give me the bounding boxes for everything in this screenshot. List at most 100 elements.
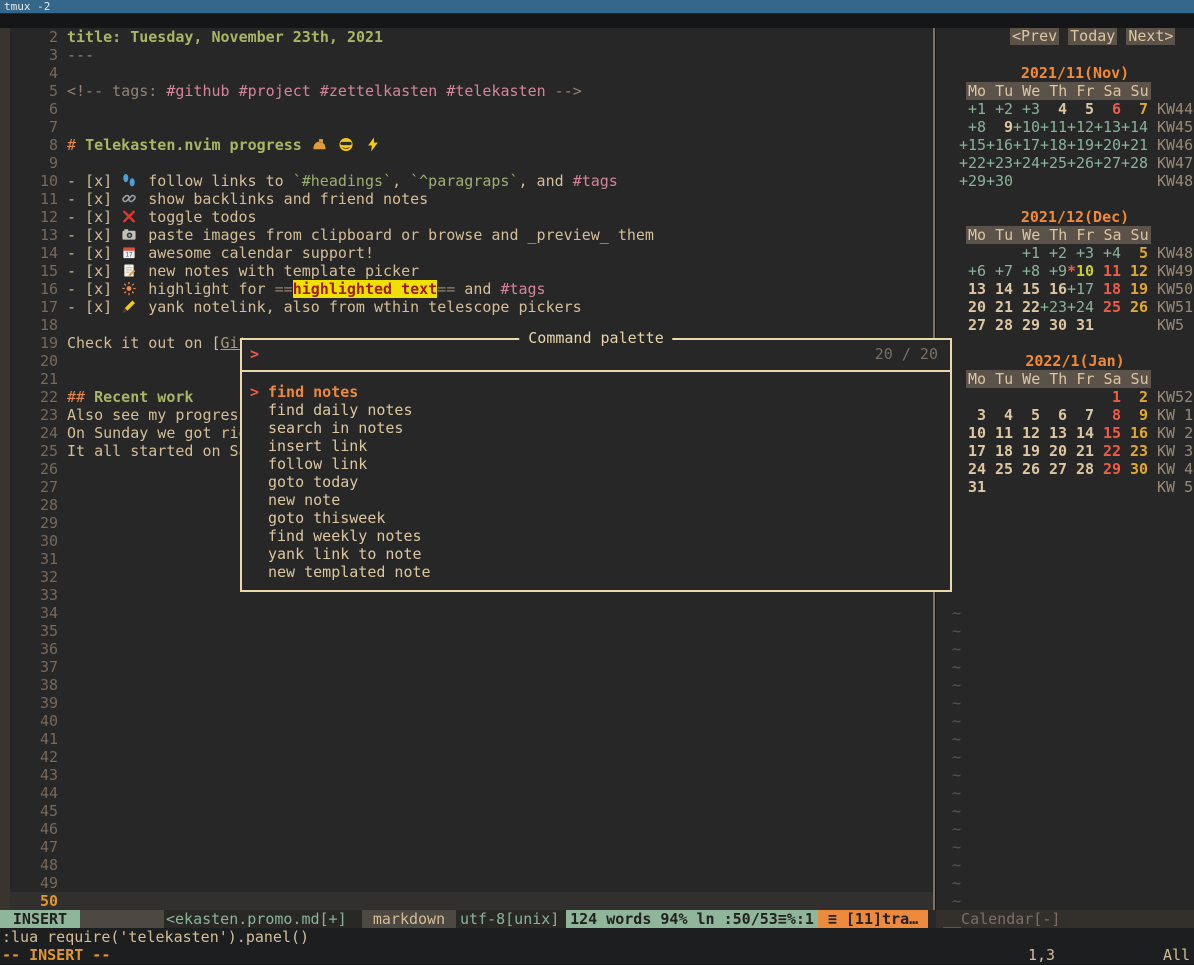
calendar-day[interactable]: +3 xyxy=(1013,100,1040,118)
editor-line[interactable]: 36 xyxy=(10,640,933,658)
calendar-day[interactable]: +24 xyxy=(1013,154,1040,172)
calendar-day[interactable]: 30 xyxy=(1121,460,1148,478)
editor-line[interactable]: 50 xyxy=(10,892,933,910)
editor-line[interactable]: 11- [x] show backlinks and friend notes xyxy=(10,190,933,208)
calendar-day[interactable]: +6 xyxy=(959,262,986,280)
editor-line[interactable]: 7 xyxy=(10,118,933,136)
editor-line[interactable]: 10- [x] follow links to `#headings`, `^p… xyxy=(10,172,933,190)
palette-item[interactable]: goto today xyxy=(242,473,950,491)
editor-line[interactable]: 2title: Tuesday, November 23th, 2021 xyxy=(10,28,933,46)
calendar-day[interactable]: 14 xyxy=(1067,424,1094,442)
editor-line[interactable]: 16- [x] highlight for ==highlighted text… xyxy=(10,280,933,298)
calendar-day[interactable]: 16 xyxy=(1121,424,1148,442)
calendar-day[interactable]: 10 xyxy=(959,424,986,442)
calendar-day[interactable]: 6 xyxy=(1094,100,1121,118)
calendar-day[interactable]: 29 xyxy=(1094,460,1121,478)
calendar-day[interactable]: +13 xyxy=(1094,118,1121,136)
calendar-day[interactable]: 5 xyxy=(1013,406,1040,424)
calendar-day[interactable]: 27 xyxy=(1040,460,1067,478)
editor-line[interactable]: 14- [x] 17 awesome calendar support! xyxy=(10,244,933,262)
calendar-day[interactable]: 28 xyxy=(986,316,1013,334)
editor-line[interactable]: 34 xyxy=(10,604,933,622)
palette-item[interactable]: follow link xyxy=(242,455,950,473)
calendar-day[interactable]: 23 xyxy=(1121,442,1148,460)
calendar-day[interactable]: 15 xyxy=(1013,280,1040,298)
editor-line[interactable]: 38 xyxy=(10,676,933,694)
calendar-day[interactable]: +25 xyxy=(1040,154,1067,172)
calendar-day[interactable]: 13 xyxy=(959,280,986,298)
command-line[interactable]: :lua require('telekasten').panel() xyxy=(0,928,1194,946)
calendar-day[interactable]: +10 xyxy=(1013,118,1040,136)
palette-item[interactable]: goto thisweek xyxy=(242,509,950,527)
editor-line[interactable]: 13- [x] paste images from clipboard or b… xyxy=(10,226,933,244)
editor-line[interactable]: 44 xyxy=(10,784,933,802)
calendar-day[interactable]: 29 xyxy=(1013,316,1040,334)
editor-line[interactable]: 43 xyxy=(10,766,933,784)
calendar-day[interactable]: 7 xyxy=(1121,100,1148,118)
calendar-day[interactable]: +14 xyxy=(1121,118,1148,136)
editor-line[interactable]: 15- [x] new notes with template picker xyxy=(10,262,933,280)
calendar-day[interactable]: 9 xyxy=(986,118,1013,136)
calendar-day[interactable]: +20 xyxy=(1094,136,1121,154)
editor-line[interactable]: 17- [x] yank notelink, also from wthin t… xyxy=(10,298,933,316)
calendar-day[interactable]: +29 xyxy=(959,172,986,190)
calendar-day[interactable]: 18 xyxy=(1094,280,1121,298)
calendar-day[interactable]: 25 xyxy=(1094,298,1121,316)
palette-item[interactable]: insert link xyxy=(242,437,950,455)
editor-line[interactable]: 41 xyxy=(10,730,933,748)
calendar-day[interactable]: 13 xyxy=(1040,424,1067,442)
calendar-day[interactable]: 26 xyxy=(1121,298,1148,316)
editor-line[interactable]: 42 xyxy=(10,748,933,766)
calendar-day[interactable]: +12 xyxy=(1067,118,1094,136)
calendar-day[interactable]: 11 xyxy=(1094,262,1121,280)
editor-line[interactable]: 45 xyxy=(10,802,933,820)
calendar-day[interactable]: +1 xyxy=(1013,244,1040,262)
calendar-day[interactable]: +26 xyxy=(1067,154,1094,172)
editor-line[interactable]: 4 xyxy=(10,64,933,82)
calendar-day[interactable]: 14 xyxy=(986,280,1013,298)
editor-line[interactable]: 3--- xyxy=(10,46,933,64)
calendar-day[interactable]: 5 xyxy=(1121,244,1148,262)
editor-line[interactable]: 48 xyxy=(10,856,933,874)
calendar-day[interactable]: 21 xyxy=(986,298,1013,316)
calendar-button-prev[interactable]: <Prev xyxy=(1010,28,1059,45)
palette-item[interactable]: find daily notes xyxy=(242,401,950,419)
calendar-day[interactable]: *10 xyxy=(1067,262,1094,280)
calendar-day[interactable]: +17 xyxy=(1013,136,1040,154)
editor-line[interactable]: 8# Telekasten.nvim progress xyxy=(10,136,933,154)
calendar-day[interactable]: +3 xyxy=(1067,244,1094,262)
calendar-day[interactable]: 6 xyxy=(1040,406,1067,424)
calendar-day[interactable]: 12 xyxy=(1121,262,1148,280)
calendar-day[interactable]: +8 xyxy=(959,118,986,136)
editor-line[interactable]: 47 xyxy=(10,838,933,856)
editor-line[interactable]: 40 xyxy=(10,712,933,730)
calendar-day[interactable]: +2 xyxy=(986,100,1013,118)
calendar-day[interactable]: +28 xyxy=(1121,154,1148,172)
command-palette[interactable]: Command palette > 20 / 20 >find notesfin… xyxy=(240,338,952,592)
calendar-day[interactable]: +18 xyxy=(1040,136,1067,154)
calendar-day[interactable]: 27 xyxy=(959,316,986,334)
calendar-day[interactable]: 16 xyxy=(1040,280,1067,298)
calendar-day[interactable]: +23 xyxy=(1040,298,1067,316)
palette-item[interactable]: find weekly notes xyxy=(242,527,950,545)
calendar-day[interactable]: +1 xyxy=(959,100,986,118)
calendar-day[interactable]: 30 xyxy=(1040,316,1067,334)
calendar-day[interactable]: 19 xyxy=(1013,442,1040,460)
calendar-day[interactable]: 20 xyxy=(1040,442,1067,460)
calendar-day[interactable]: +7 xyxy=(986,262,1013,280)
calendar-button-next[interactable]: Next> xyxy=(1126,28,1175,45)
calendar-day[interactable]: 4 xyxy=(986,406,1013,424)
palette-item[interactable]: new note xyxy=(242,491,950,509)
calendar-day[interactable]: 17 xyxy=(959,442,986,460)
calendar-day[interactable]: +15 xyxy=(959,136,986,154)
palette-item[interactable]: search in notes xyxy=(242,419,950,437)
calendar-day[interactable]: 5 xyxy=(1067,100,1094,118)
palette-item[interactable]: new templated note xyxy=(242,563,950,581)
editor-line[interactable]: 6 xyxy=(10,100,933,118)
calendar-day[interactable]: 22 xyxy=(1094,442,1121,460)
editor-line[interactable]: 9 xyxy=(10,154,933,172)
calendar-day[interactable]: 19 xyxy=(1121,280,1148,298)
palette-item[interactable]: >find notes xyxy=(242,383,950,401)
calendar-day[interactable]: 21 xyxy=(1067,442,1094,460)
palette-item[interactable]: yank link to note xyxy=(242,545,950,563)
